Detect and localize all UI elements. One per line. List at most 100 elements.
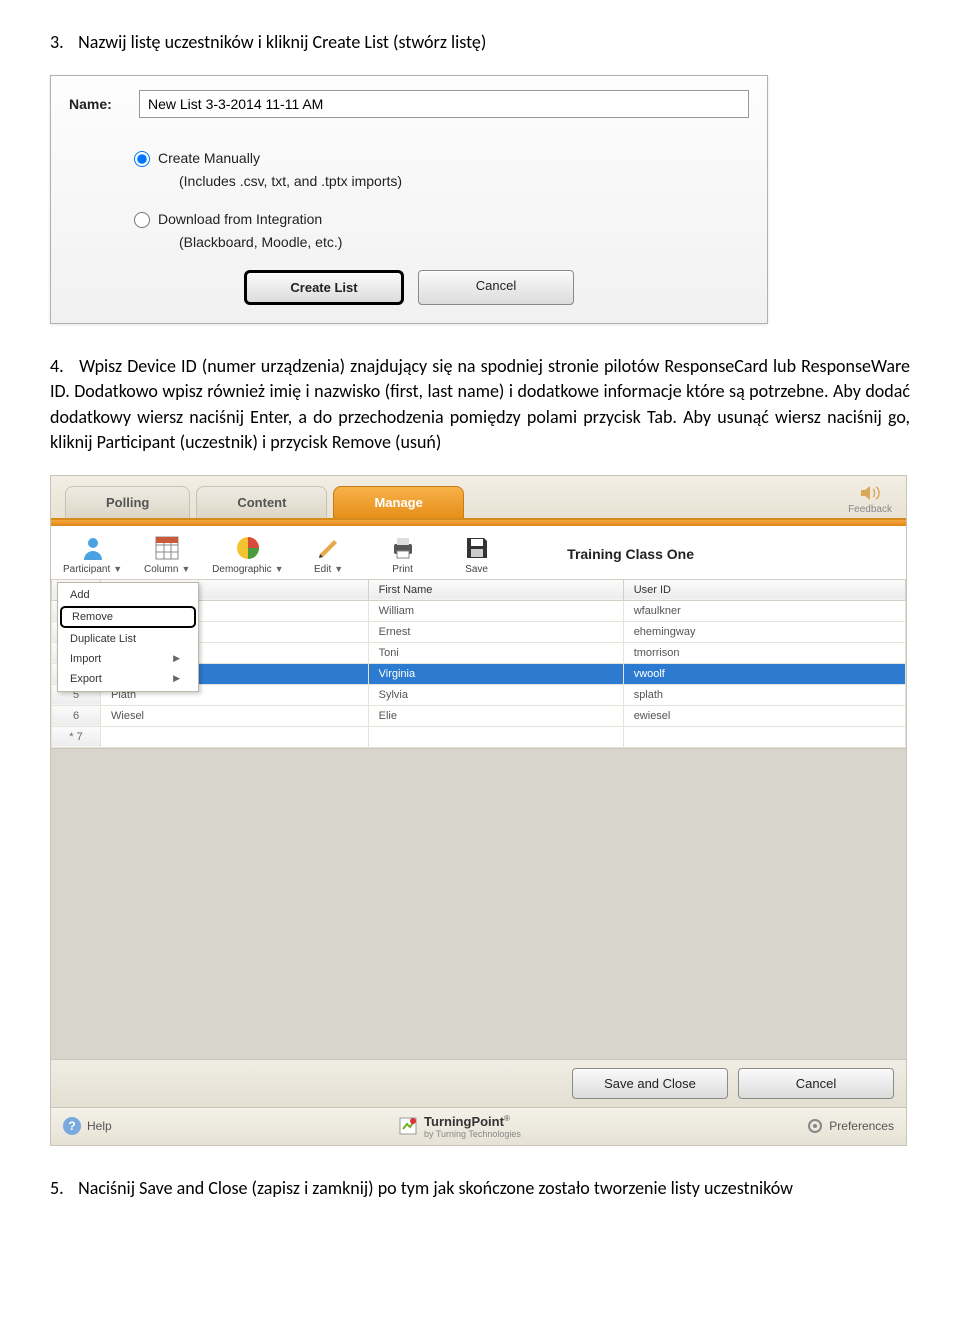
option-label: Create Manually — [158, 150, 260, 166]
pencil-icon — [315, 534, 343, 562]
toolbar-column[interactable]: Column▼ — [138, 534, 196, 575]
instruction-text: Wpisz Device ID (numer urządzenia) znajd… — [50, 355, 910, 453]
feedback-button[interactable]: Feedback — [848, 484, 892, 515]
help-label: Help — [87, 1119, 112, 1133]
list-title: Training Class One — [567, 546, 894, 562]
cell-userid[interactable]: ehemingway — [623, 621, 905, 642]
chevron-down-icon: ▼ — [275, 564, 284, 574]
printer-icon — [389, 534, 417, 562]
toolbar: Participant▼ Column▼ Demographic▼ — [51, 526, 906, 579]
submenu-arrow-icon: ▶ — [173, 673, 180, 684]
chevron-down-icon: ▼ — [181, 564, 190, 574]
toolbar-edit[interactable]: Edit▼ — [300, 534, 358, 575]
row-number: * 7 — [52, 726, 101, 747]
cell-userid[interactable]: ewiesel — [623, 705, 905, 726]
preferences-button[interactable]: Preferences — [807, 1118, 894, 1134]
empty-grid-area — [51, 748, 906, 1059]
cell-lastname[interactable]: Wiesel — [101, 705, 369, 726]
person-icon — [79, 534, 107, 562]
feedback-label: Feedback — [848, 504, 892, 515]
tab-content[interactable]: Content — [196, 486, 327, 518]
option-subtext: (Includes .csv, txt, and .tptx imports) — [179, 173, 749, 189]
cell-firstname[interactable] — [368, 726, 623, 747]
instruction-text: Nazwij listę uczestników i kliknij Creat… — [78, 31, 486, 53]
cell-userid[interactable] — [623, 726, 905, 747]
menu-add[interactable]: Add — [58, 585, 198, 605]
radio-create-manually[interactable] — [134, 151, 150, 167]
toolbar-save[interactable]: Save — [448, 534, 506, 575]
option-label: Download from Integration — [158, 211, 322, 227]
cancel-button[interactable]: Cancel — [738, 1068, 894, 1099]
chevron-down-icon: ▼ — [113, 564, 122, 574]
preferences-label: Preferences — [829, 1119, 894, 1133]
toolbar-participant[interactable]: Participant▼ — [63, 534, 122, 575]
instruction-5: 5. Naciśnij Save and Close (zapisz i zam… — [50, 1176, 910, 1201]
option-subtext: (Blackboard, Moodle, etc.) — [179, 234, 749, 250]
participant-context-menu: Add Remove Duplicate List Import▶ Export… — [57, 582, 199, 692]
step-number: 4. — [50, 354, 74, 379]
instruction-3: 3. Nazwij listę uczestników i kliknij Cr… — [50, 30, 910, 55]
chevron-down-icon: ▼ — [334, 564, 343, 574]
grid-area: Last Name First Name User ID FaulknerWil… — [51, 579, 906, 1059]
toolbar-label: Demographic — [212, 564, 271, 575]
menu-import[interactable]: Import▶ — [58, 649, 198, 669]
brand-icon — [398, 1116, 418, 1136]
toolbar-label: Participant — [63, 564, 110, 575]
help-icon: ? — [63, 1117, 81, 1135]
menu-remove[interactable]: Remove — [60, 606, 196, 628]
row-number: 6 — [52, 705, 101, 726]
gear-icon — [807, 1118, 823, 1134]
cell-firstname[interactable]: Toni — [368, 642, 623, 663]
toolbar-label: Column — [144, 564, 178, 575]
brand: TurningPoint® by Turning Technologies — [398, 1114, 521, 1139]
cell-firstname[interactable]: Elie — [368, 705, 623, 726]
table-row[interactable]: * 7 — [52, 726, 906, 747]
instruction-4: 4. Wpisz Device ID (numer urządzenia) zn… — [50, 354, 910, 455]
toolbar-label: Edit — [314, 564, 331, 575]
option-create-manually[interactable]: Create Manually — [129, 148, 749, 167]
option-download-integration[interactable]: Download from Integration — [129, 209, 749, 228]
toolbar-demographic[interactable]: Demographic ▼ — [212, 534, 283, 575]
cell-firstname[interactable]: Ernest — [368, 621, 623, 642]
brand-name: TurningPoint — [424, 1114, 504, 1129]
create-list-dialog: Name: Create Manually (Includes .csv, tx… — [50, 75, 768, 324]
speaker-icon — [859, 484, 881, 502]
manage-window: Polling Content Manage Feedback Particip… — [50, 475, 907, 1146]
table-row[interactable]: 6WieselElieewiesel — [52, 705, 906, 726]
col-userid[interactable]: User ID — [623, 579, 905, 600]
cancel-button[interactable]: Cancel — [418, 270, 574, 305]
toolbar-label: Print — [392, 564, 413, 575]
cell-firstname[interactable]: Virginia — [368, 663, 623, 684]
cell-userid[interactable]: splath — [623, 684, 905, 705]
status-bar: ? Help TurningPoint® by Turning Technolo… — [51, 1107, 906, 1145]
grid-icon — [153, 534, 181, 562]
menu-export[interactable]: Export▶ — [58, 669, 198, 689]
tab-manage[interactable]: Manage — [333, 486, 463, 518]
toolbar-print[interactable]: Print — [374, 534, 432, 575]
brand-subtitle: by Turning Technologies — [424, 1129, 521, 1139]
save-icon — [463, 534, 491, 562]
save-and-close-button[interactable]: Save and Close — [572, 1068, 728, 1099]
create-list-button[interactable]: Create List — [244, 270, 404, 305]
col-firstname[interactable]: First Name — [368, 579, 623, 600]
cell-firstname[interactable]: William — [368, 600, 623, 621]
step-number: 3. — [50, 30, 74, 55]
cell-userid[interactable]: vwoolf — [623, 663, 905, 684]
help-button[interactable]: ? Help — [63, 1117, 112, 1135]
tab-bar: Polling Content Manage Feedback — [51, 476, 906, 520]
footer-buttons: Save and Close Cancel — [51, 1059, 906, 1107]
pie-icon — [234, 534, 262, 562]
cell-userid[interactable]: wfaulkner — [623, 600, 905, 621]
cell-firstname[interactable]: Sylvia — [368, 684, 623, 705]
step-number: 5. — [50, 1176, 74, 1201]
cell-userid[interactable]: tmorrison — [623, 642, 905, 663]
tab-polling[interactable]: Polling — [65, 486, 190, 518]
instruction-text: Naciśnij Save and Close (zapisz i zamkni… — [78, 1177, 793, 1199]
name-input[interactable] — [139, 90, 749, 118]
radio-download-integration[interactable] — [134, 212, 150, 228]
menu-duplicate-list[interactable]: Duplicate List — [58, 629, 198, 649]
toolbar-label: Save — [465, 564, 488, 575]
submenu-arrow-icon: ▶ — [173, 653, 180, 664]
name-label: Name: — [69, 96, 139, 112]
cell-lastname[interactable] — [101, 726, 369, 747]
